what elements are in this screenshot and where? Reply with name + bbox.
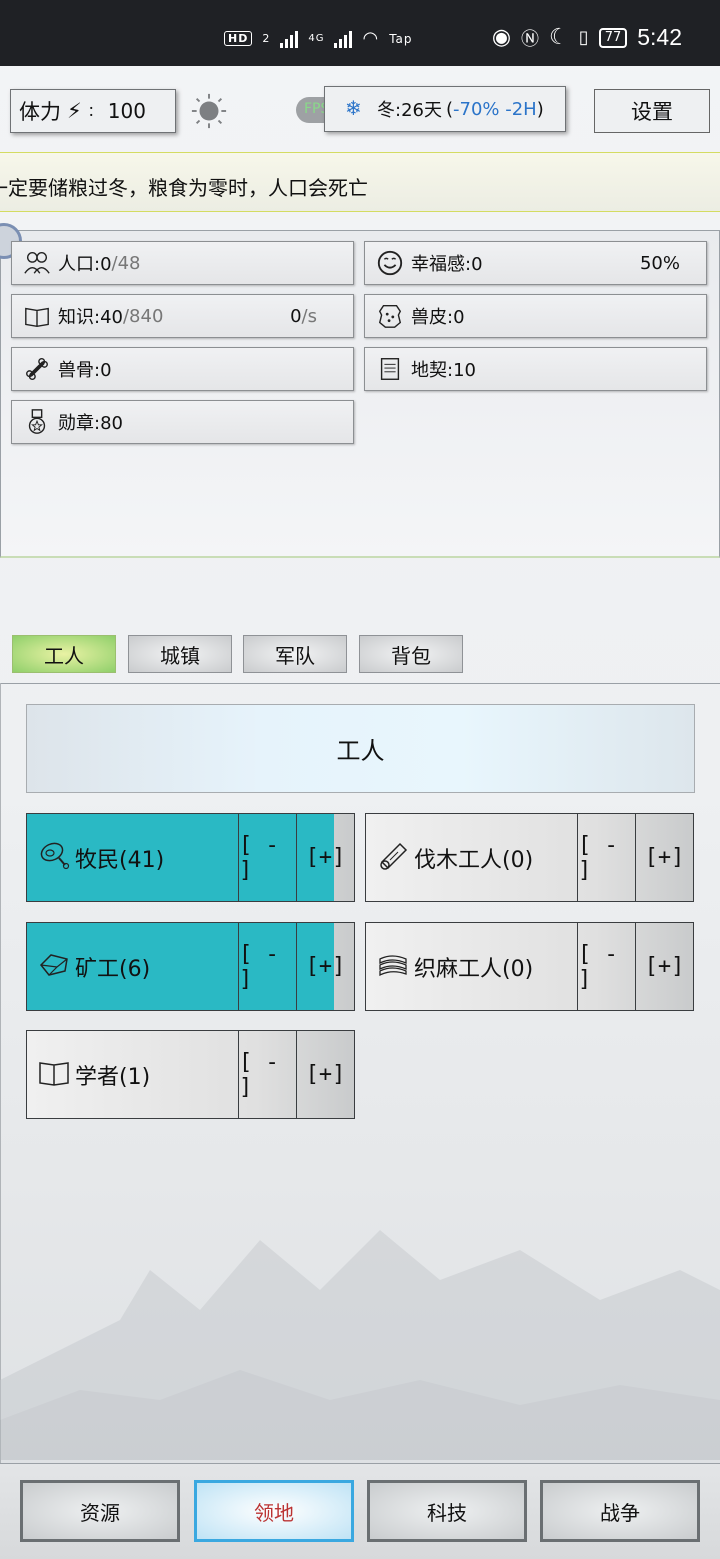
- deed-value: 地契:10: [411, 360, 476, 381]
- job-card-lumberjack: 伐木工人(0) [ - ] [+]: [365, 813, 694, 902]
- section-title: 工人: [26, 704, 695, 793]
- nav-technology[interactable]: 科技: [367, 1480, 527, 1542]
- stat-happiness: 幸福感:0 50%: [364, 241, 707, 285]
- signal-icon: [280, 30, 299, 48]
- stat-hide: 兽皮:0: [364, 294, 707, 338]
- status-right: ◉ Ⓝ ☾ ▯ 77 5:42: [492, 24, 682, 51]
- bone-icon: [22, 354, 52, 384]
- job-name: 学者(1): [75, 1064, 151, 1090]
- sim-indicator: 2: [262, 32, 271, 45]
- job-card-miner: 矿工(6) [ - ] [+]: [26, 922, 355, 1011]
- banner-message: 一定要储粮过冬，粮食为零时，人口会死亡: [0, 176, 368, 200]
- scroll-icon: [375, 354, 405, 384]
- job-card-scholar: 学者(1) [ - ] [+]: [26, 1030, 355, 1119]
- clock: 5:42: [637, 24, 682, 50]
- job-name: 伐木工人(0): [414, 847, 534, 873]
- background-landscape: [0, 1230, 720, 1460]
- season-open-paren: (: [445, 98, 453, 120]
- fabric-icon: [376, 947, 410, 987]
- knowledge-value: 知识:40: [58, 307, 123, 328]
- eye-icon: ◉: [491, 25, 512, 50]
- tab-town[interactable]: 城镇: [128, 635, 232, 673]
- stat-population: 人口:0/48: [11, 241, 354, 285]
- nfc-icon: Ⓝ: [521, 28, 540, 50]
- knowledge-rate: 0/s: [290, 306, 317, 327]
- nav-war[interactable]: 战争: [540, 1480, 700, 1542]
- knowledge-rate-unit: /s: [301, 305, 317, 327]
- increase-button[interactable]: [+]: [635, 923, 693, 1010]
- job-name: 矿工(6): [75, 956, 151, 982]
- medal-value: 勋章:80: [58, 413, 123, 434]
- settings-button[interactable]: 设置: [594, 89, 710, 133]
- job-card-herder: 牧民(41) [ - ] [+]: [26, 813, 355, 902]
- nav-resources[interactable]: 资源: [20, 1480, 180, 1542]
- stat-deed: 地契:10: [364, 347, 707, 391]
- bone-value: 兽骨:0: [58, 360, 112, 381]
- decrease-button[interactable]: [ - ]: [238, 923, 296, 1010]
- moon-icon: ☾: [549, 25, 569, 50]
- decrease-button[interactable]: [ - ]: [238, 814, 296, 901]
- job-label: 学者(1): [37, 1031, 150, 1118]
- season-modifier: -70% -2H: [453, 98, 537, 120]
- hide-value: 兽皮:0: [411, 307, 465, 328]
- stamina-value: 100: [107, 99, 146, 123]
- stat-bone: 兽骨:0: [11, 347, 354, 391]
- decrease-button[interactable]: [ - ]: [577, 814, 635, 901]
- stamina-display: 体力 ⚡ ： 100: [10, 89, 176, 133]
- meat-icon: [37, 838, 71, 878]
- stamina-label: 体力: [19, 100, 61, 124]
- hd-badge: HD: [224, 31, 253, 46]
- job-label: 伐木工人(0): [376, 814, 533, 901]
- signal-icon-2: [334, 30, 353, 48]
- happiness-percent: 50%: [639, 252, 680, 274]
- tap-indicator: Tap: [389, 31, 413, 46]
- people-icon: [22, 248, 52, 278]
- population-max: /48: [111, 252, 141, 274]
- stamina-separator: ：: [87, 104, 102, 120]
- nav-territory[interactable]: 领地: [194, 1480, 354, 1542]
- season-text: 冬:26天: [377, 100, 442, 121]
- job-name: 织麻工人(0): [414, 956, 534, 982]
- book-icon: [37, 1055, 71, 1095]
- happiness-value: 幸福感:0: [411, 254, 483, 275]
- job-label: 矿工(6): [37, 923, 150, 1010]
- increase-button[interactable]: [+]: [296, 1031, 354, 1118]
- tab-army[interactable]: 军队: [243, 635, 347, 673]
- job-card-weaver: 织麻工人(0) [ - ] [+]: [365, 922, 694, 1011]
- knowledge-rate-value: 0: [290, 305, 302, 327]
- population-value: 人口:0: [58, 254, 112, 275]
- status-left: HD 2 4G ◠ Tap: [224, 28, 413, 49]
- tab-workers[interactable]: 工人: [12, 635, 116, 673]
- knowledge-max: /840: [122, 305, 164, 327]
- medal-icon: [22, 407, 52, 437]
- stat-medal: 勋章:80: [11, 400, 354, 444]
- increase-button[interactable]: [+]: [296, 814, 354, 901]
- lightning-icon: ⚡: [67, 99, 82, 123]
- increase-button[interactable]: [+]: [296, 923, 354, 1010]
- tab-backpack[interactable]: 背包: [359, 635, 463, 673]
- network-type: 4G: [308, 33, 325, 44]
- snowflake-icon: ❄: [345, 96, 362, 120]
- job-label: 织麻工人(0): [376, 923, 533, 1010]
- hide-icon: [375, 301, 405, 331]
- battery-icon: 77: [598, 27, 628, 48]
- season-close-paren: ): [536, 98, 544, 120]
- content-divider: [0, 683, 720, 684]
- sun-icon: [191, 93, 227, 129]
- status-bar: HD 2 4G ◠ Tap ◉ Ⓝ ☾ ▯ 77 5:42: [0, 0, 720, 66]
- job-label: 牧民(41): [37, 814, 164, 901]
- vibrate-icon: ▯: [578, 27, 589, 48]
- message-banner: 一定要储粮过冬，粮食为零时，人口会死亡: [0, 152, 720, 212]
- decrease-button[interactable]: [ - ]: [577, 923, 635, 1010]
- increase-button[interactable]: [+]: [635, 814, 693, 901]
- stat-knowledge: 知识:40/840 0/s: [11, 294, 354, 338]
- ore-icon: [37, 947, 71, 987]
- smile-icon: [375, 248, 405, 278]
- book-icon: [22, 301, 52, 331]
- job-name: 牧民(41): [75, 847, 165, 873]
- decrease-button[interactable]: [ - ]: [238, 1031, 296, 1118]
- log-icon: [376, 838, 410, 878]
- wifi-icon: ◠: [362, 28, 380, 49]
